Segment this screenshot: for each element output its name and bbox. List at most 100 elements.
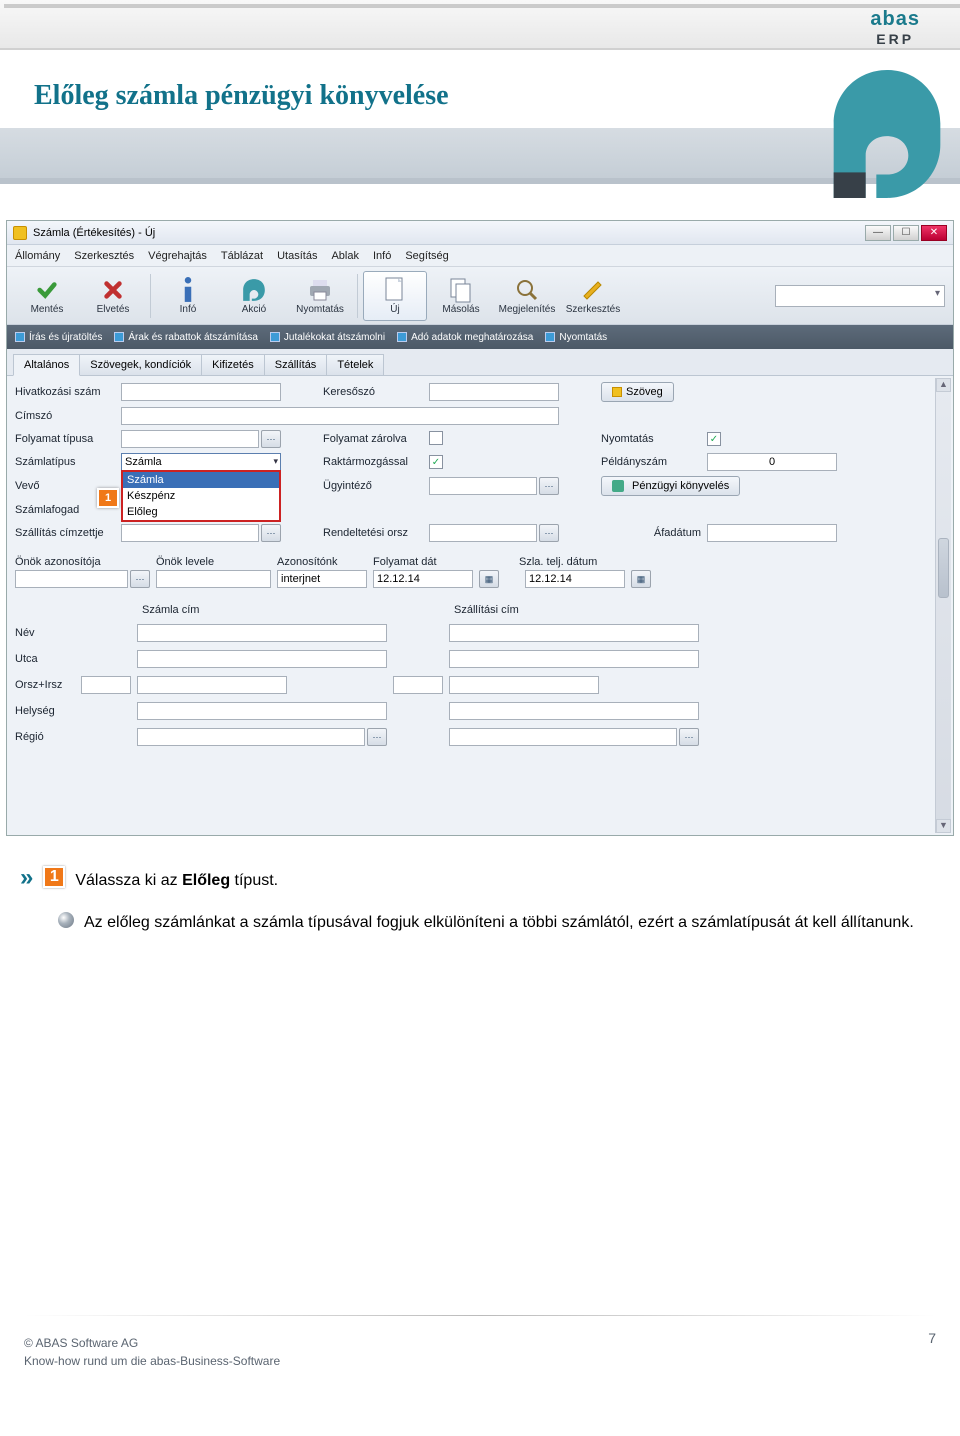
- inp-szamla-orsz[interactable]: [81, 676, 131, 694]
- inp-szall-irsz[interactable]: [449, 676, 599, 694]
- tb-nyomtatas[interactable]: Nyomtatás: [288, 271, 352, 321]
- inp-szall-regio[interactable]: [449, 728, 677, 746]
- sc-ado[interactable]: Adó adatok meghatározása: [397, 332, 533, 343]
- lookup-icon[interactable]: ⋯: [539, 524, 559, 542]
- inp-azonositonk[interactable]: interjnet: [277, 570, 367, 588]
- inp-szamla-irsz[interactable]: [137, 676, 287, 694]
- tb-info[interactable]: Infó: [156, 271, 220, 321]
- menu-vegrehajtas[interactable]: Végrehajtás: [148, 250, 207, 262]
- printer-icon: [306, 276, 334, 304]
- inp-onokazon[interactable]: [15, 570, 128, 588]
- inp-szamla-utca[interactable]: [137, 650, 387, 668]
- tab-kifizetes[interactable]: Kifizetés: [201, 354, 265, 376]
- maximize-button[interactable]: ☐: [893, 225, 919, 241]
- lbl-folyamatzarolva: Folyamat zárolva: [323, 433, 423, 445]
- magnifier-icon: [513, 276, 541, 304]
- opt-keszpenz[interactable]: Készpénz: [123, 488, 279, 504]
- tab-altalanos[interactable]: Altalános: [13, 354, 80, 376]
- chk-raktarmozgassal[interactable]: ✓: [429, 455, 443, 469]
- tab-tetelek[interactable]: Tételek: [326, 354, 384, 376]
- brand-name: abas: [870, 8, 920, 31]
- menu-info[interactable]: Infó: [373, 250, 391, 262]
- calendar-icon[interactable]: ▦: [479, 570, 499, 588]
- brand-sub: ERP: [870, 31, 920, 47]
- lbl-folyamatdat: Folyamat dát: [373, 556, 513, 568]
- inp-ugyintezo[interactable]: [429, 477, 537, 495]
- lbl-nev: Név: [15, 627, 75, 639]
- copy-icon: [447, 276, 475, 304]
- note-text: Az előleg számlánkat a számla típusával …: [84, 908, 920, 936]
- window-titlebar[interactable]: Számla (Értékesítés) - Új — ☐ ✕: [7, 221, 953, 245]
- inp-keresoszo[interactable]: [429, 383, 559, 401]
- tb-akcio[interactable]: Akció: [222, 271, 286, 321]
- lbl-utca: Utca: [15, 653, 75, 665]
- lbl-keresoszo: Keresőszó: [323, 386, 423, 398]
- x-icon: [99, 276, 127, 304]
- tb-megjelenites[interactable]: Megjelenítés: [495, 271, 559, 321]
- inp-peldanyszam[interactable]: 0: [707, 453, 837, 471]
- menu-utasitas[interactable]: Utasítás: [277, 250, 317, 262]
- lbl-hivatkozasi: Hivatkozási szám: [15, 386, 115, 398]
- tb-uj[interactable]: Új: [363, 271, 427, 321]
- dd-szamlatipus[interactable]: Számla▾ 1 Számla Készpénz Előleg: [121, 453, 281, 471]
- calendar-icon[interactable]: ▦: [631, 570, 651, 588]
- inp-szall-orsz[interactable]: [393, 676, 443, 694]
- banner-top: abas ERP: [0, 0, 960, 50]
- menu-allomany[interactable]: Állomány: [15, 250, 60, 262]
- inp-folyamattipusa[interactable]: [121, 430, 259, 448]
- square-icon: [270, 332, 280, 342]
- inp-folyamatdat[interactable]: 12.12.14: [373, 570, 473, 588]
- inp-szallcimzett[interactable]: [121, 524, 259, 542]
- lookup-icon[interactable]: ⋯: [261, 524, 281, 542]
- lbl-cimszo: Címszó: [15, 410, 115, 422]
- lbl-orszirsz: Orsz+Irsz: [15, 679, 75, 691]
- inp-hivatkozasi[interactable]: [121, 383, 281, 401]
- inp-cimszo[interactable]: [121, 407, 559, 425]
- chk-folyamatzarolva[interactable]: [429, 431, 443, 445]
- tb-masolas[interactable]: Másolás: [429, 271, 493, 321]
- lbl-regio: Régió: [15, 731, 75, 743]
- tb-szerkesztes[interactable]: Szerkesztés: [561, 271, 625, 321]
- menu-szerkesztes[interactable]: Szerkesztés: [74, 250, 134, 262]
- inp-rendorsz[interactable]: [429, 524, 537, 542]
- inp-szall-helyseg[interactable]: [449, 702, 699, 720]
- scrollbar[interactable]: ▲▼: [935, 378, 951, 833]
- minimize-button[interactable]: —: [865, 225, 891, 241]
- lookup-icon[interactable]: ⋯: [261, 430, 281, 448]
- close-button[interactable]: ✕: [921, 225, 947, 241]
- chk-nyomtatas[interactable]: ✓: [707, 432, 721, 446]
- lookup-icon[interactable]: ⋯: [367, 728, 387, 746]
- menu-tablazat[interactable]: Táblázat: [221, 250, 263, 262]
- toolbar-dropdown[interactable]: [775, 285, 945, 307]
- opt-szamla[interactable]: Számla: [123, 472, 279, 488]
- lookup-icon[interactable]: ⋯: [679, 728, 699, 746]
- btn-penzugyi[interactable]: Pénzügyi könyvelés: [601, 476, 740, 496]
- sc-nyomtatas[interactable]: Nyomtatás: [545, 332, 607, 343]
- btn-szoveg[interactable]: Szöveg: [601, 382, 674, 402]
- lbl-raktarmozgassal: Raktármozgással: [323, 456, 423, 468]
- page-number: 7: [928, 1330, 936, 1346]
- brand-logo: abas ERP: [870, 8, 920, 47]
- lookup-icon[interactable]: ⋯: [539, 477, 559, 495]
- inp-onoklevele[interactable]: [156, 570, 271, 588]
- inp-szall-nev[interactable]: [449, 624, 699, 642]
- lookup-icon[interactable]: ⋯: [130, 570, 150, 588]
- inp-afadatum[interactable]: [707, 524, 837, 542]
- menu-segitseg[interactable]: Segítség: [405, 250, 448, 262]
- inp-szamla-helyseg[interactable]: [137, 702, 387, 720]
- sc-jutalek[interactable]: Jutalékokat átszámolni: [270, 332, 385, 343]
- tab-szovegek[interactable]: Szövegek, kondíciók: [79, 354, 202, 376]
- menu-ablak[interactable]: Ablak: [331, 250, 359, 262]
- sc-arak[interactable]: Árak és rabattok átszámítása: [114, 332, 258, 343]
- opt-eloleg[interactable]: Előleg: [123, 504, 279, 520]
- instructions: » 1 Válassza ki az Előleg típust. Az elő…: [20, 866, 920, 935]
- inp-szlatelj[interactable]: 12.12.14: [525, 570, 625, 588]
- sc-iras[interactable]: Írás és újratöltés: [15, 332, 102, 343]
- tab-szallitas[interactable]: Szállítás: [264, 354, 328, 376]
- inp-szamla-nev[interactable]: [137, 624, 387, 642]
- tb-elvetes[interactable]: Elvetés: [81, 271, 145, 321]
- tb-mentes[interactable]: Mentés: [15, 271, 79, 321]
- inp-szamla-regio[interactable]: [137, 728, 365, 746]
- lbl-szallcimzett: Szállítás címzettje: [15, 527, 115, 539]
- inp-szall-utca[interactable]: [449, 650, 699, 668]
